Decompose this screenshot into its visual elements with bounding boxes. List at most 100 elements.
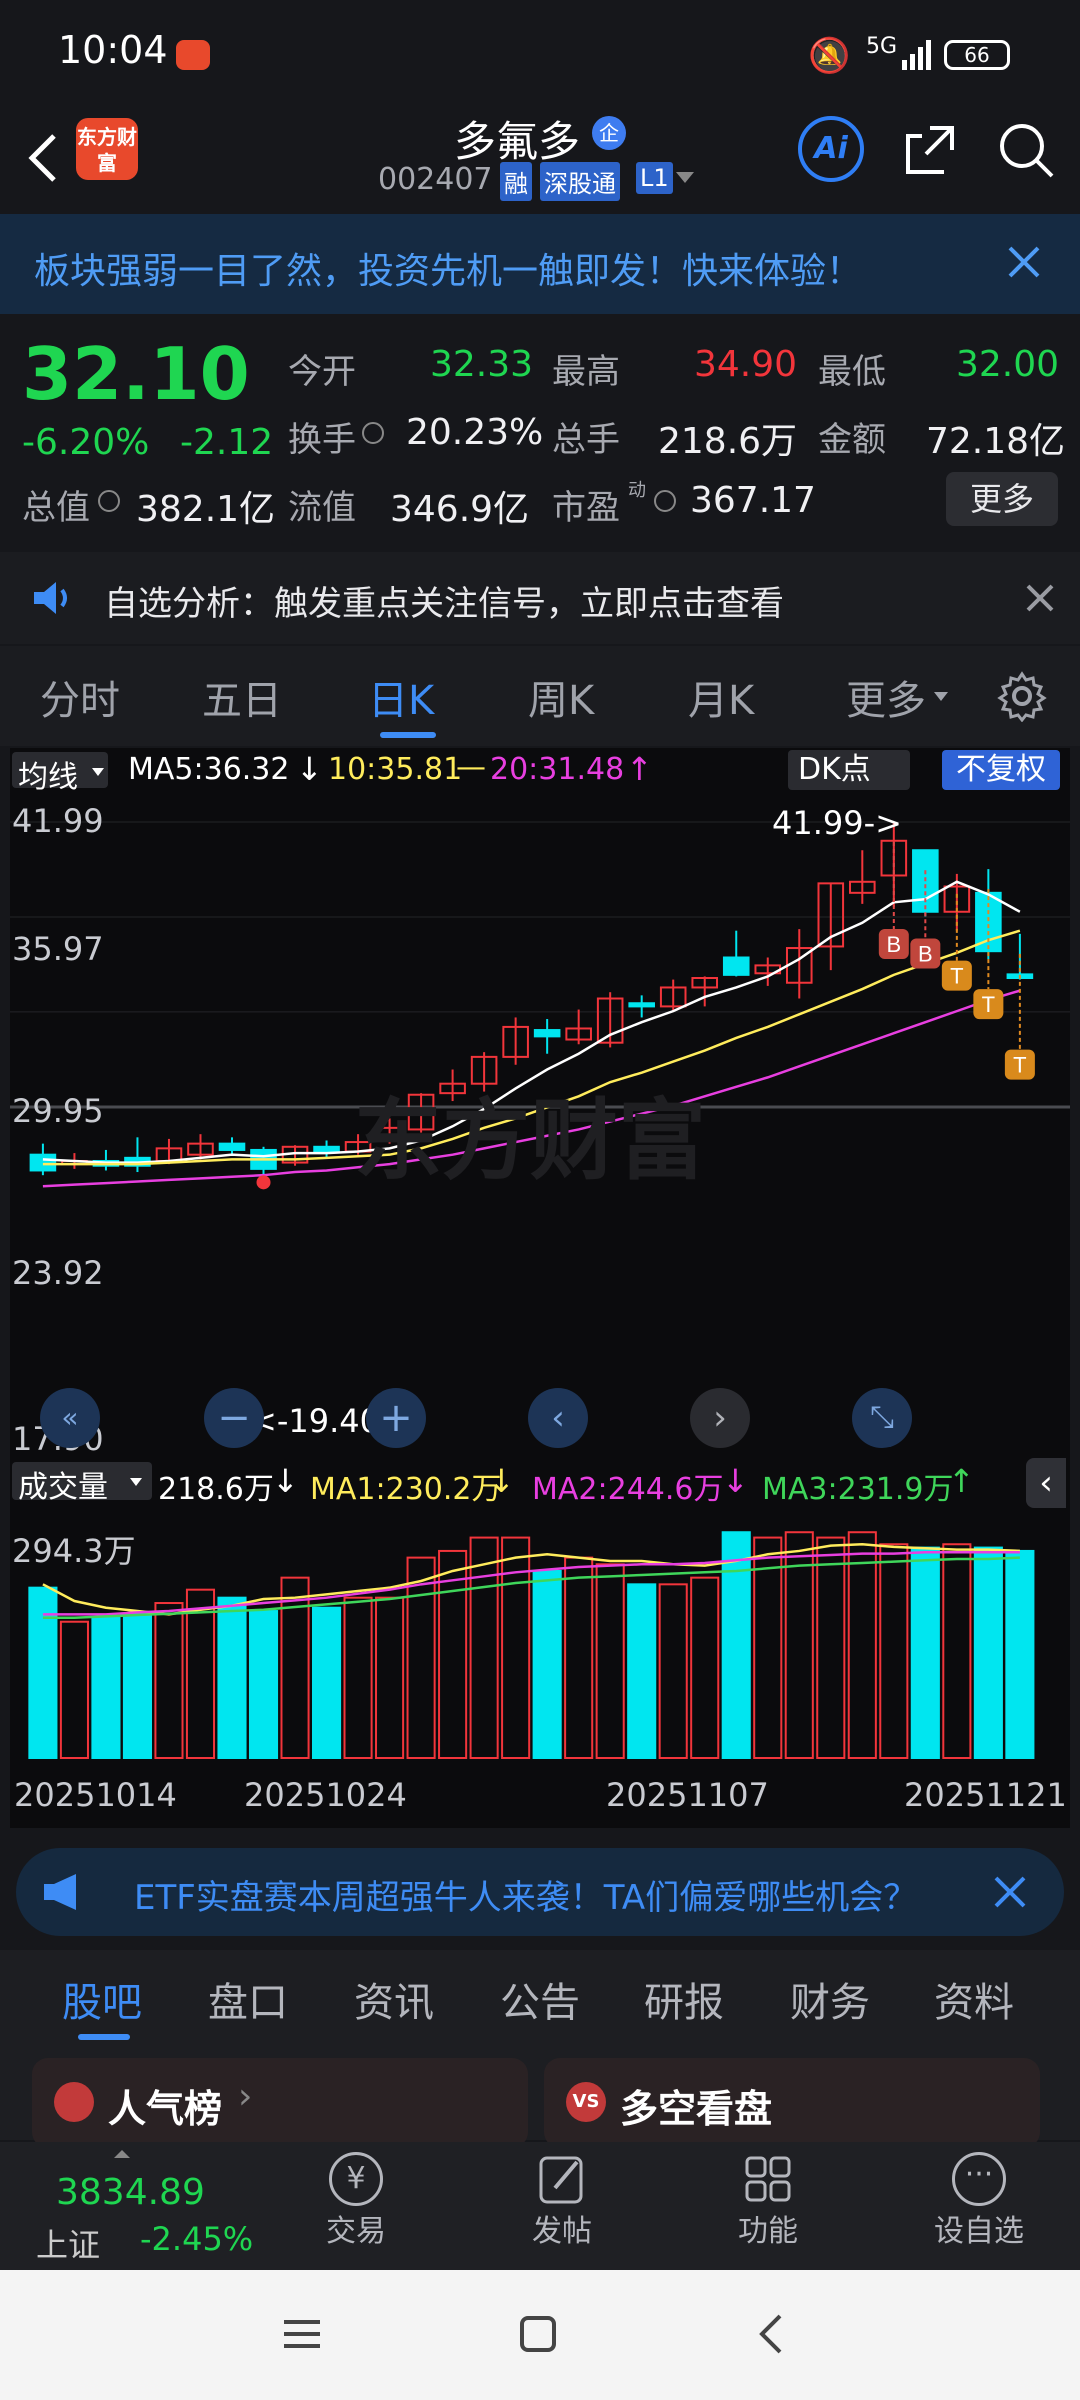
- vma1-label: MA1:230.2万: [310, 1472, 502, 1507]
- tab-daily-k[interactable]: 日K: [368, 668, 434, 726]
- vma3-arrow: ↑: [948, 1462, 975, 1500]
- ai-icon[interactable]: Ai: [798, 116, 864, 182]
- tag-margin: 融: [500, 162, 532, 201]
- candle-body: [29, 1153, 57, 1172]
- menu-icon[interactable]: [280, 2312, 324, 2356]
- next-icon[interactable]: ›: [690, 1388, 750, 1448]
- subtab-profile[interactable]: 资料: [934, 1970, 1014, 2028]
- info-icon[interactable]: [654, 490, 676, 512]
- vma2-label: MA2:244.6万: [532, 1472, 724, 1507]
- volume-bar: [753, 1536, 783, 1760]
- volume-bar: [1005, 1549, 1035, 1759]
- vma1-arrow: ↓: [488, 1462, 515, 1500]
- subtab-orderbook[interactable]: 盘口: [208, 1970, 288, 2028]
- low-value: 32.00: [956, 344, 1060, 385]
- tab-more[interactable]: 更多: [846, 668, 926, 726]
- zoom-out-icon[interactable]: −: [204, 1388, 264, 1448]
- back-icon[interactable]: [20, 128, 64, 188]
- tab-intraday[interactable]: 分时: [40, 668, 120, 726]
- ad-banner[interactable]: ETF实盘赛本周超强牛人来袭！TA们偏爱哪些机会？: [16, 1848, 1064, 1936]
- long-short-card[interactable]: VS 多空看盘: [544, 2058, 1040, 2148]
- content-tabs: 股吧 盘口 资讯 公告 研报 财务 资料: [0, 1950, 1080, 2050]
- level-dropdown-icon[interactable]: [676, 172, 694, 183]
- add-watchlist-button[interactable]: ··· 设自选: [914, 2152, 1044, 2262]
- speaker-icon: [28, 574, 76, 622]
- index-name: 上证: [36, 2226, 101, 2264]
- ad-text: ETF实盘赛本周超强牛人来袭！TA们偏爱哪些机会？: [134, 1878, 918, 1918]
- close-icon[interactable]: [1024, 582, 1056, 614]
- search-icon[interactable]: [996, 120, 1056, 180]
- subtab-research[interactable]: 研报: [644, 1970, 724, 2028]
- price-tick-4: 23.92: [12, 1254, 104, 1292]
- long-short-title: 多空看盘: [620, 2087, 773, 2131]
- grid-icon: [741, 2152, 795, 2206]
- popularity-card[interactable]: 人气榜 ›: [32, 2058, 528, 2148]
- index-ticker[interactable]: 3834.89 上证 -2.45%: [0, 2142, 290, 2270]
- price-tick-1: 41.99: [12, 802, 104, 840]
- app-logo: 东方财富: [76, 118, 138, 180]
- no-adjust-button[interactable]: 不复权: [942, 750, 1060, 790]
- volume-bar: [311, 1606, 342, 1759]
- app-notification-icon: [176, 40, 210, 70]
- volume-bar: [122, 1612, 153, 1759]
- battery-icon: 66: [944, 40, 1010, 70]
- functions-button[interactable]: 功能: [718, 2152, 818, 2262]
- trade-button[interactable]: ¥ 交易: [306, 2152, 406, 2262]
- trade-label: 交易: [326, 2214, 386, 2249]
- volume-bar: [942, 1543, 972, 1759]
- index-value: 3834.89: [56, 2172, 205, 2213]
- stock-name: 多氟多: [454, 117, 581, 166]
- subtab-announcements[interactable]: 公告: [500, 1970, 580, 2028]
- tab-five-day[interactable]: 五日: [202, 668, 282, 726]
- post-button[interactable]: 发帖: [512, 2152, 612, 2262]
- market-cap-label: 总值: [22, 488, 90, 528]
- pe-label: 市盈: [552, 488, 620, 528]
- volume-bar: [185, 1588, 216, 1759]
- collapse-panel-icon[interactable]: ‹: [1026, 1458, 1066, 1508]
- close-icon[interactable]: [992, 1874, 1028, 1910]
- fullscreen-icon[interactable]: ⤡: [852, 1388, 912, 1448]
- home-icon[interactable]: [516, 2312, 560, 2356]
- index-change: -2.45%: [140, 2220, 254, 2258]
- back-nav-icon[interactable]: [750, 2312, 794, 2356]
- scroll-left-icon[interactable]: «: [40, 1388, 100, 1448]
- amount-value: 72.18亿: [926, 421, 1066, 462]
- dk-point-dropdown[interactable]: DK点: [788, 750, 910, 790]
- dk-signal-T: T: [950, 964, 963, 989]
- quote-panel: 32.10 -6.20% -2.12 今开 32.33 最高 34.90 最低 …: [0, 318, 1080, 546]
- period-tabs: 分时 五日 日K 周K 月K 更多: [0, 646, 1080, 746]
- dropdown-caret-icon: [130, 1478, 142, 1486]
- indicator-dropdown[interactable]: 均线: [12, 752, 108, 795]
- status-time: 10:04: [58, 28, 168, 72]
- subtab-financials[interactable]: 财务: [790, 1970, 870, 2028]
- volume-bar: [406, 1556, 436, 1759]
- prev-icon[interactable]: ‹: [528, 1388, 588, 1448]
- promo-banner[interactable]: 板块强弱一目了然，投资先机一触即发！快来体验！: [0, 214, 1080, 314]
- kline-chart[interactable]: 均线 MA5:36.32 ↓ 10:35.81 — 20:31.48 ↑ DK点…: [10, 748, 1070, 1828]
- volume-bar: [532, 1569, 562, 1759]
- info-icon[interactable]: [98, 490, 120, 512]
- open-label: 今开: [288, 352, 356, 392]
- vol-indicator-dropdown[interactable]: 成交量: [12, 1462, 152, 1505]
- amount-label: 金额: [818, 420, 886, 460]
- subtab-forum[interactable]: 股吧: [62, 1970, 142, 2028]
- tab-weekly-k[interactable]: 周K: [528, 668, 594, 726]
- enterprise-badge: 企: [592, 116, 626, 150]
- vol-value: 218.6万: [158, 1472, 274, 1507]
- last-price: 32.10: [22, 332, 250, 416]
- network-label: 5G: [866, 34, 898, 59]
- volume-bar: [595, 1563, 625, 1759]
- close-icon[interactable]: [1006, 244, 1042, 280]
- tag-shenzhen-connect: 深股通: [540, 162, 620, 201]
- more-button[interactable]: 更多: [946, 472, 1058, 526]
- date-tick-1: 20251014: [14, 1776, 177, 1814]
- tab-monthly-k[interactable]: 月K: [688, 668, 754, 726]
- settings-icon[interactable]: [996, 670, 1048, 723]
- zoom-in-icon[interactable]: +: [366, 1388, 426, 1448]
- info-icon[interactable]: [362, 422, 384, 444]
- analysis-notice[interactable]: 自选分析：触发重点关注信号，立即点击查看: [0, 552, 1080, 644]
- share-icon[interactable]: [900, 120, 960, 180]
- subtab-news[interactable]: 资讯: [354, 1970, 434, 2028]
- mute-icon: 🔕: [808, 36, 851, 76]
- functions-label: 功能: [738, 2214, 798, 2249]
